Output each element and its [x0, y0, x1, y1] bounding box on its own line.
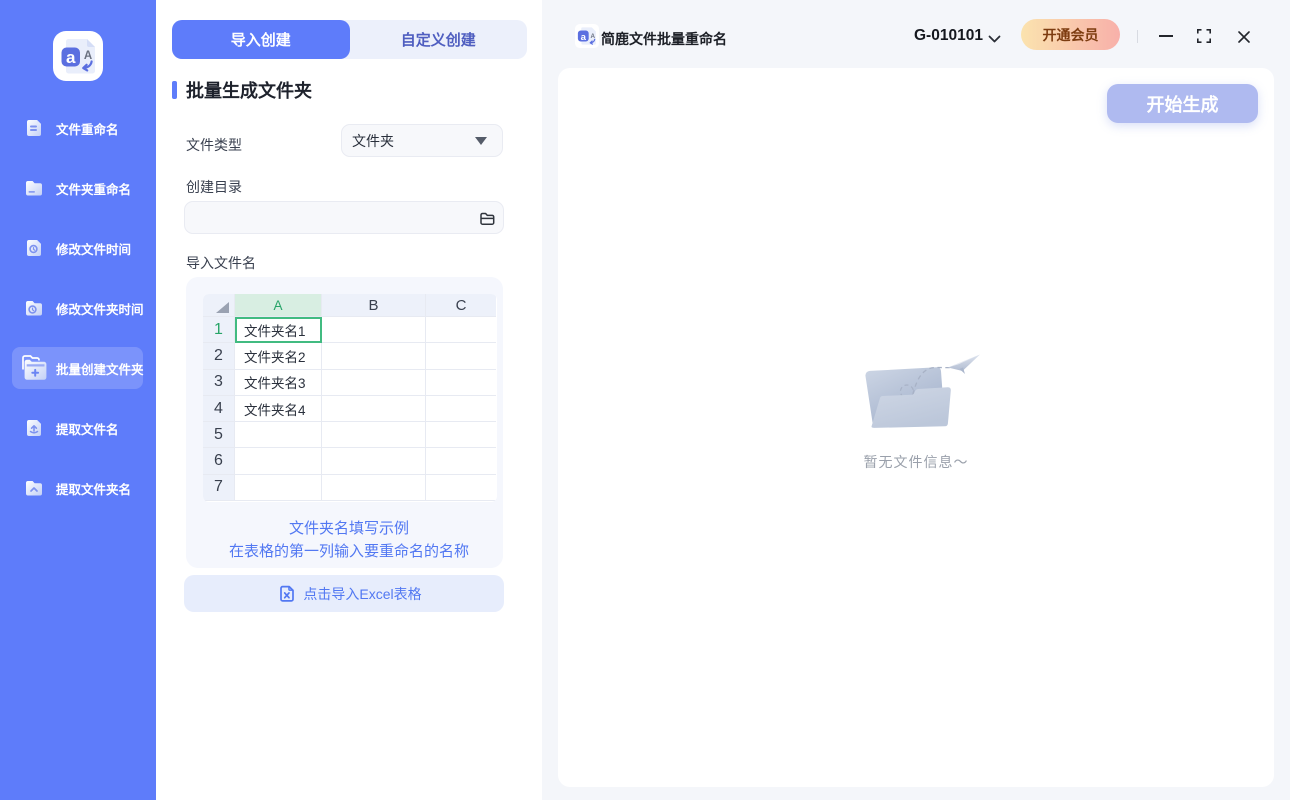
svg-text:a: a [66, 48, 76, 67]
svg-text:A: A [84, 50, 92, 62]
svg-text:a: a [581, 32, 587, 43]
